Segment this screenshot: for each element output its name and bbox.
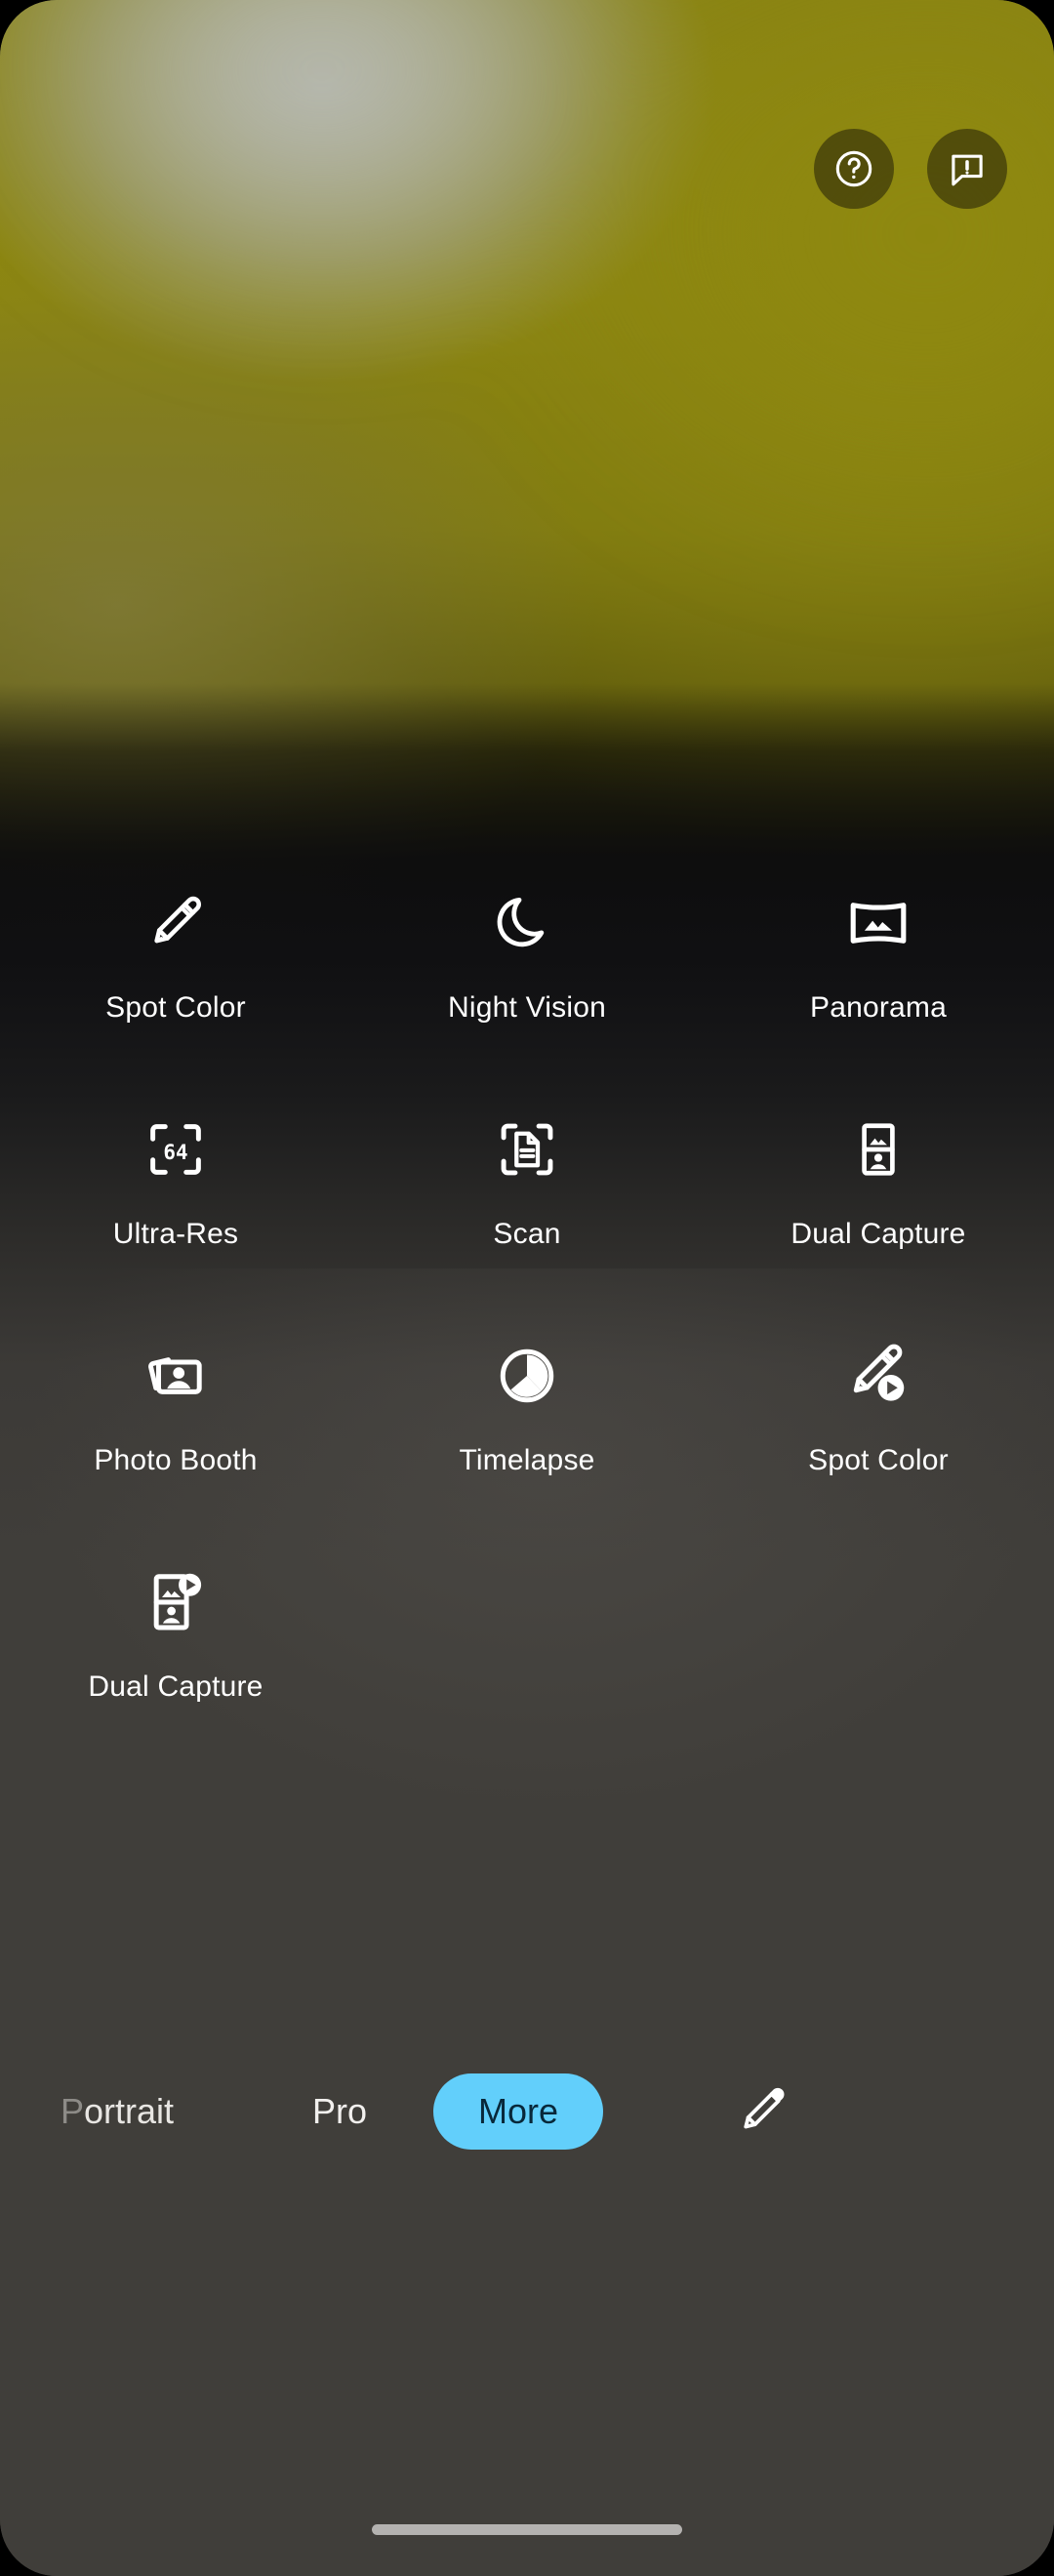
mode-item-dual-capture[interactable]: Dual Capture: [703, 1105, 1054, 1249]
dual-capture-icon: [833, 1105, 923, 1194]
mode-label: Panorama: [809, 991, 947, 1024]
top-actions-bar: [814, 129, 1007, 209]
mode-item-spot-color[interactable]: Spot Color: [0, 878, 351, 1023]
mode-label: Spot Color: [808, 1444, 949, 1476]
mode-item-spot-color-video[interactable]: Spot Color: [703, 1331, 1054, 1475]
mode-item-ultra-res[interactable]: 64 Ultra-Res: [0, 1105, 351, 1249]
mode-tab-pro[interactable]: Pro: [312, 2094, 367, 2129]
crescent-moon-icon: [482, 878, 572, 968]
mode-tab-more[interactable]: More: [433, 2073, 604, 2150]
help-circle-icon: [832, 147, 875, 190]
ultra-res-badge-text: 64: [163, 1141, 187, 1164]
pencil-icon: [738, 2084, 789, 2140]
timelapse-clock-icon: [482, 1331, 572, 1421]
home-gesture-bar[interactable]: [372, 2523, 682, 2535]
document-scan-icon: [482, 1105, 572, 1194]
mode-label: Spot Color: [105, 991, 246, 1024]
ultra-res-64-icon: 64: [131, 1105, 221, 1194]
mode-label: Dual Capture: [790, 1218, 966, 1250]
dual-capture-video-icon: [131, 1557, 221, 1647]
mode-tab-more-label: More: [478, 2091, 559, 2131]
camera-modes-grid: Spot Color Night Vision Panorama 64 Ultr…: [0, 878, 1054, 1702]
mode-label: Night Vision: [448, 991, 606, 1024]
camera-mode-selector-bar: Portrait Pro More: [0, 2067, 1054, 2156]
mode-tab-portrait[interactable]: Portrait: [61, 2094, 174, 2129]
mode-label: Ultra-Res: [112, 1218, 239, 1250]
feedback-button[interactable]: [927, 129, 1007, 209]
eyedropper-video-icon: [833, 1331, 923, 1421]
edit-modes-button[interactable]: [722, 2071, 804, 2153]
mode-label: Dual Capture: [88, 1670, 264, 1703]
mode-label: Timelapse: [459, 1444, 595, 1476]
photo-booth-icon: [131, 1331, 221, 1421]
mode-item-photo-booth[interactable]: Photo Booth: [0, 1331, 351, 1475]
help-button[interactable]: [814, 129, 894, 209]
mode-label: Photo Booth: [94, 1444, 258, 1476]
panorama-icon: [833, 878, 923, 968]
gesture-nav-bar: [0, 2482, 1054, 2576]
camera-more-modes-screen: Spot Color Night Vision Panorama 64 Ultr…: [0, 0, 1054, 2576]
mode-label: Scan: [493, 1218, 561, 1250]
mode-item-timelapse[interactable]: Timelapse: [351, 1331, 703, 1475]
mode-item-dual-capture-video[interactable]: Dual Capture: [0, 1557, 351, 1702]
mode-item-scan[interactable]: Scan: [351, 1105, 703, 1249]
mode-item-night-vision[interactable]: Night Vision: [351, 878, 703, 1023]
mode-item-panorama[interactable]: Panorama: [703, 878, 1054, 1023]
eyedropper-icon: [131, 878, 221, 968]
feedback-bubble-icon: [946, 147, 989, 190]
